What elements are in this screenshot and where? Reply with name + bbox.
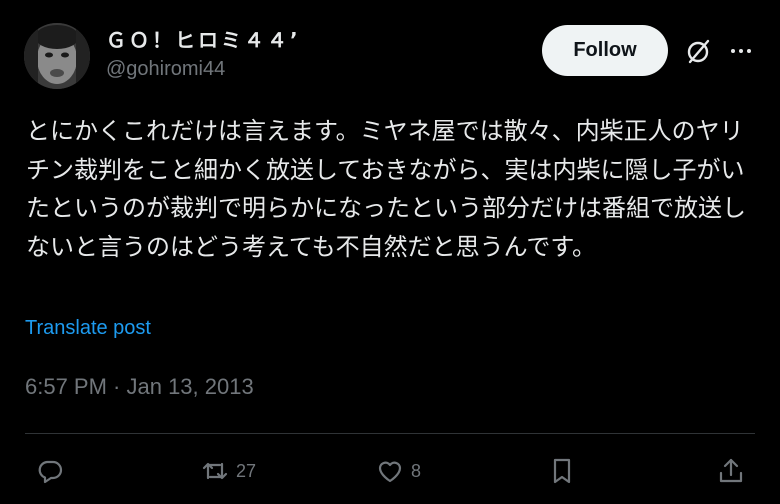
like-button[interactable]: 8 bbox=[375, 456, 421, 486]
reply-icon bbox=[38, 460, 63, 484]
share-icon bbox=[719, 458, 743, 483]
avatar-image bbox=[24, 23, 90, 89]
bookmark-button[interactable] bbox=[547, 456, 577, 486]
repost-icon bbox=[202, 462, 228, 480]
bookmark-icon bbox=[553, 458, 571, 484]
author-display-name[interactable]: ＧＯ！ヒロミ４４’ bbox=[106, 24, 301, 53]
like-count: 8 bbox=[411, 460, 422, 481]
grok-icon[interactable] bbox=[684, 36, 714, 66]
repost-count: 27 bbox=[236, 460, 257, 481]
translate-post-link[interactable]: Translate post bbox=[25, 317, 151, 340]
heart-icon bbox=[378, 461, 402, 483]
follow-button[interactable]: Follow bbox=[542, 25, 668, 76]
divider bbox=[25, 433, 755, 434]
repost-button[interactable]: 27 bbox=[200, 456, 256, 486]
post-text: とにかくこれだけは言えます。ミヤネ屋では散々、内柴正人のヤリチン裁判をこと細かく… bbox=[26, 117, 746, 261]
avatar[interactable] bbox=[24, 23, 90, 89]
author-handle[interactable]: @gohiromi44 bbox=[106, 58, 225, 81]
share-button[interactable] bbox=[716, 456, 746, 486]
post-timestamp[interactable]: 6:57 PM · Jan 13, 2013 bbox=[25, 374, 254, 400]
reply-button[interactable] bbox=[35, 456, 65, 486]
more-options-icon[interactable] bbox=[726, 36, 756, 66]
